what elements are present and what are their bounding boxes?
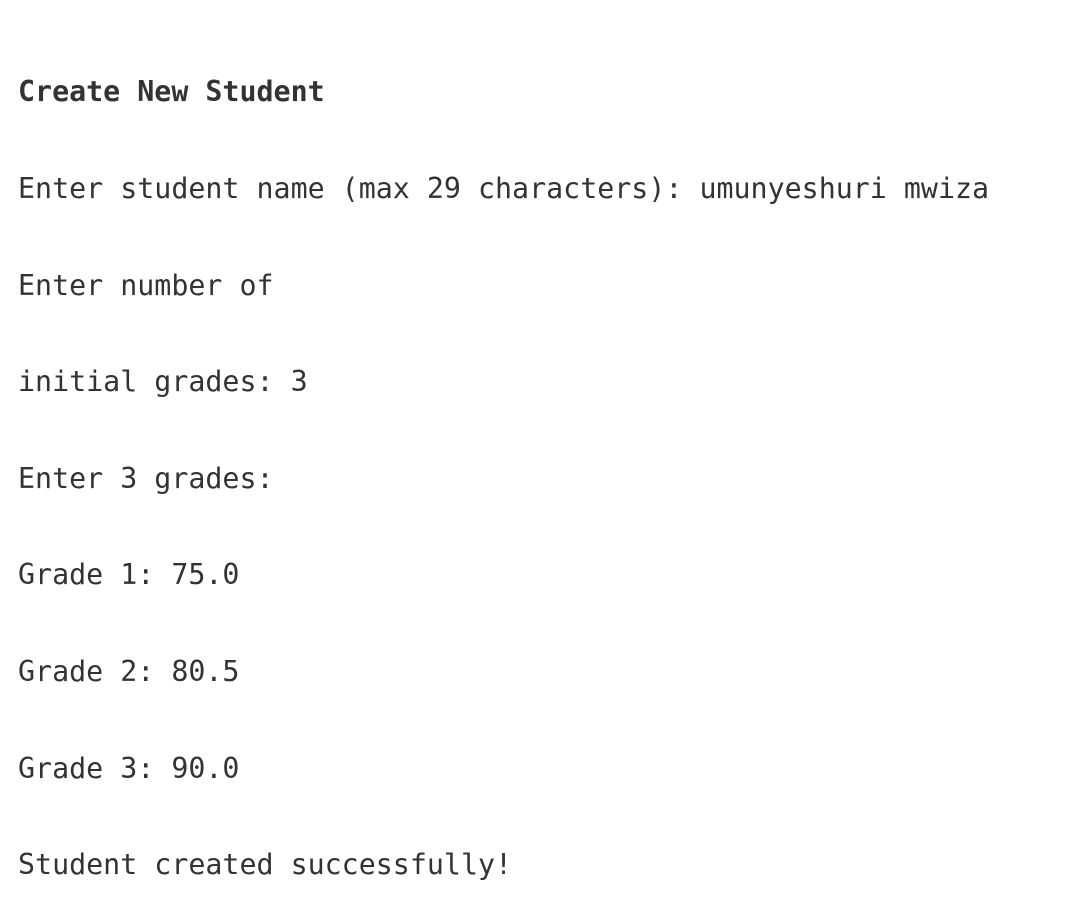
grade-2-line: Grade 2: 80.5 [18,654,240,688]
console-output: Create New Student Enter student name (m… [18,12,1068,914]
screen-title: Create New Student [18,75,325,109]
grade-1-line: Grade 1: 75.0 [18,558,240,592]
student-name-prompt-line: Enter student name (max 29 characters): … [18,172,990,205]
grade-3-line: Grade 3: 90.0 [18,751,240,785]
enter-grades-prompt-line: Enter 3 grades: [18,461,274,495]
grades-count-prompt-line-2: initial grades: 3 [18,365,308,399]
success-message-line: Student created successfully! [18,848,513,882]
grades-count-prompt-line-1: Enter number of [18,268,274,302]
